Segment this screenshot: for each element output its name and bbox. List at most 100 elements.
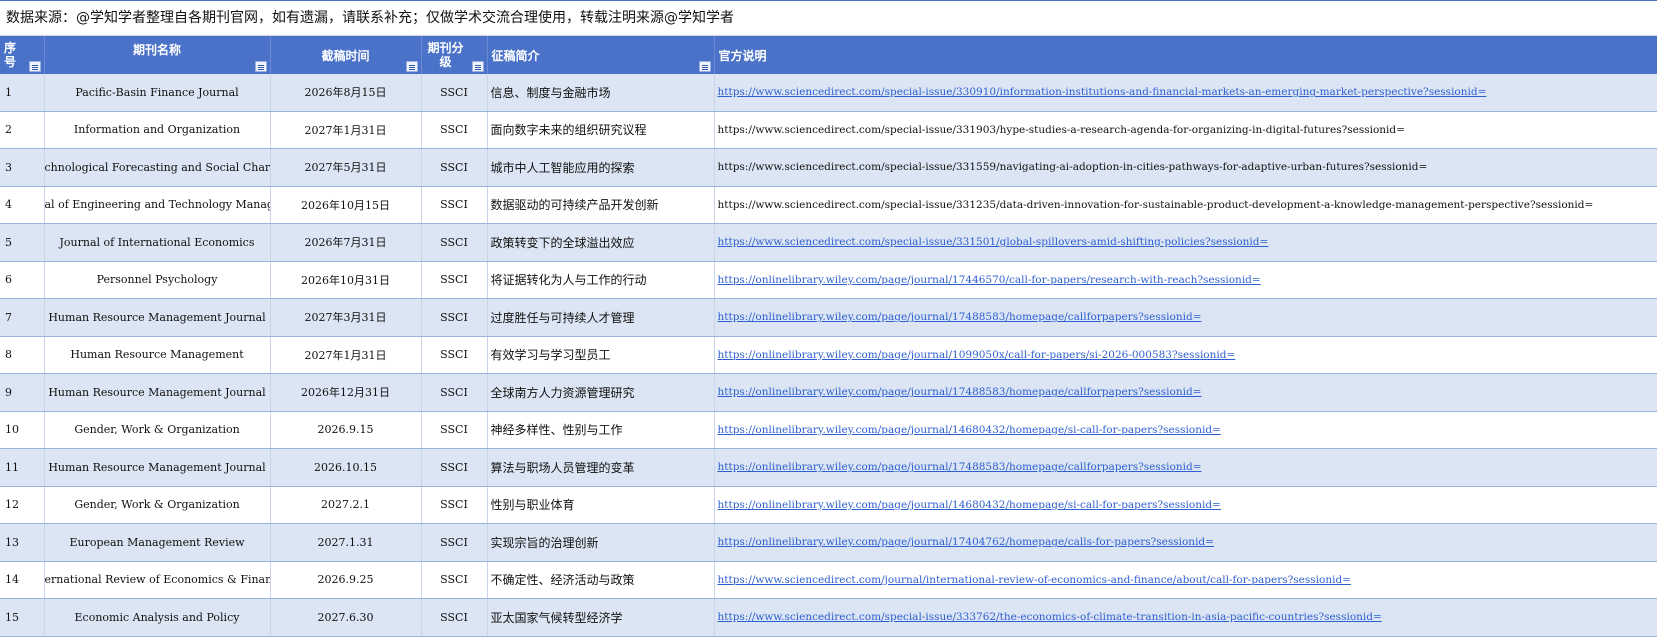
official-link[interactable]: https://onlinelibrary.wiley.com/page/jou… [718, 274, 1261, 286]
cell-topic[interactable]: 全球南方人力资源管理研究 [487, 373, 715, 412]
cell-seq[interactable]: 7 [0, 298, 45, 337]
cell-level[interactable]: SSCI [421, 336, 488, 374]
official-link[interactable]: https://onlinelibrary.wiley.com/page/jou… [718, 499, 1221, 511]
cell-deadline[interactable]: 2026年10月15日 [270, 186, 422, 224]
cell-level[interactable]: SSCI [421, 598, 488, 637]
cell-official-url[interactable]: https://www.sciencedirect.com/special-is… [714, 148, 1657, 187]
cell-deadline[interactable]: 2026年7月31日 [270, 223, 422, 262]
cell-topic[interactable]: 信息、制度与金融市场 [487, 74, 715, 112]
cell-deadline[interactable]: 2026.9.25 [270, 561, 422, 599]
cell-seq[interactable]: 10 [0, 411, 45, 449]
cell-seq[interactable]: 9 [0, 373, 45, 412]
cell-seq[interactable]: 1 [0, 74, 45, 112]
cell-deadline[interactable]: 2026年12月31日 [270, 373, 422, 412]
cell-level[interactable]: SSCI [421, 186, 488, 224]
cell-topic[interactable]: 政策转变下的全球溢出效应 [487, 223, 715, 262]
official-link[interactable]: https://www.sciencedirect.com/special-is… [718, 86, 1487, 98]
cell-journal-name[interactable]: Pacific-Basin Finance Journal [44, 74, 271, 112]
official-link[interactable]: https://onlinelibrary.wiley.com/page/jou… [718, 386, 1202, 398]
cell-topic[interactable]: 面向数字未来的组织研究议程 [487, 111, 715, 149]
official-link[interactable]: https://www.sciencedirect.com/journal/in… [718, 574, 1351, 586]
cell-seq[interactable]: 4 [0, 186, 45, 224]
cell-level[interactable]: SSCI [421, 261, 488, 299]
cell-official-url[interactable]: https://onlinelibrary.wiley.com/page/jou… [714, 261, 1657, 299]
cell-journal-name[interactable]: Personnel Psychology [44, 261, 271, 299]
cell-journal-name[interactable]: Journal of International Economics [44, 223, 271, 262]
cell-official-url[interactable]: https://www.sciencedirect.com/special-is… [714, 223, 1657, 262]
cell-official-url[interactable]: https://www.sciencedirect.com/special-is… [714, 111, 1657, 149]
cell-level[interactable]: SSCI [421, 411, 488, 449]
cell-topic[interactable]: 神经多样性、性别与工作 [487, 411, 715, 449]
cell-deadline[interactable]: 2027年1月31日 [270, 336, 422, 374]
cell-seq[interactable]: 15 [0, 598, 45, 637]
cell-official-url[interactable]: https://onlinelibrary.wiley.com/page/jou… [714, 336, 1657, 374]
cell-official-url[interactable]: https://www.sciencedirect.com/journal/in… [714, 561, 1657, 599]
cell-deadline[interactable]: 2027年1月31日 [270, 111, 422, 149]
cell-seq[interactable]: 2 [0, 111, 45, 149]
cell-deadline[interactable]: 2026.9.15 [270, 411, 422, 449]
cell-level[interactable]: SSCI [421, 223, 488, 262]
cell-level[interactable]: SSCI [421, 298, 488, 337]
official-link[interactable]: https://onlinelibrary.wiley.com/page/jou… [718, 424, 1221, 436]
cell-topic[interactable]: 数据驱动的可持续产品开发创新 [487, 186, 715, 224]
cell-official-url[interactable]: https://www.sciencedirect.com/special-is… [714, 186, 1657, 224]
cell-topic[interactable]: 实现宗旨的治理创新 [487, 523, 715, 562]
cell-seq[interactable]: 11 [0, 448, 45, 487]
filter-dropdown-icon[interactable] [471, 61, 484, 72]
official-link[interactable]: https://onlinelibrary.wiley.com/page/jou… [718, 311, 1202, 323]
cell-seq[interactable]: 8 [0, 336, 45, 374]
cell-topic[interactable]: 算法与职场人员管理的变革 [487, 448, 715, 487]
cell-topic[interactable]: 将证据转化为人与工作的行动 [487, 261, 715, 299]
cell-journal-name[interactable]: Human Resource Management [44, 336, 271, 374]
filter-dropdown-icon[interactable] [405, 61, 418, 72]
cell-seq[interactable]: 14 [0, 561, 45, 599]
official-link[interactable]: https://onlinelibrary.wiley.com/page/jou… [718, 536, 1214, 548]
cell-topic[interactable]: 有效学习与学习型员工 [487, 336, 715, 374]
cell-deadline[interactable]: 2027.2.1 [270, 486, 422, 524]
official-link[interactable]: https://onlinelibrary.wiley.com/page/jou… [718, 349, 1236, 361]
cell-deadline[interactable]: 2026年10月31日 [270, 261, 422, 299]
cell-level[interactable]: SSCI [421, 448, 488, 487]
filter-dropdown-icon[interactable] [28, 61, 41, 72]
cell-deadline[interactable]: 2027.6.30 [270, 598, 422, 637]
cell-topic[interactable]: 城市中人工智能应用的探索 [487, 148, 715, 187]
cell-level[interactable]: SSCI [421, 561, 488, 599]
filter-dropdown-icon[interactable] [698, 61, 711, 72]
cell-official-url[interactable]: https://onlinelibrary.wiley.com/page/jou… [714, 411, 1657, 449]
cell-seq[interactable]: 5 [0, 223, 45, 262]
cell-official-url[interactable]: https://onlinelibrary.wiley.com/page/jou… [714, 523, 1657, 562]
cell-level[interactable]: SSCI [421, 74, 488, 112]
cell-journal-name[interactable]: Information and Organization [44, 111, 271, 149]
cell-official-url[interactable]: https://onlinelibrary.wiley.com/page/jou… [714, 448, 1657, 487]
cell-level[interactable]: SSCI [421, 523, 488, 562]
cell-official-url[interactable]: https://onlinelibrary.wiley.com/page/jou… [714, 298, 1657, 337]
cell-topic[interactable]: 亚太国家气候转型经济学 [487, 598, 715, 637]
cell-deadline[interactable]: 2026年8月15日 [270, 74, 422, 112]
cell-topic[interactable]: 过度胜任与可持续人才管理 [487, 298, 715, 337]
cell-seq[interactable]: 6 [0, 261, 45, 299]
official-link[interactable]: https://onlinelibrary.wiley.com/page/jou… [718, 461, 1202, 473]
cell-journal-name[interactable]: Economic Analysis and Policy [44, 598, 271, 637]
cell-journal-name[interactable]: Human Resource Management Journal [44, 448, 271, 487]
filter-dropdown-icon[interactable] [254, 61, 267, 72]
cell-journal-name[interactable]: ernational Review of Economics & Finan [44, 561, 271, 599]
cell-journal-name[interactable]: al of Engineering and Technology Manag [44, 186, 271, 224]
cell-seq[interactable]: 12 [0, 486, 45, 524]
official-link[interactable]: https://www.sciencedirect.com/special-is… [718, 236, 1269, 248]
cell-journal-name[interactable]: Human Resource Management Journal [44, 298, 271, 337]
cell-journal-name[interactable]: Human Resource Management Journal [44, 373, 271, 412]
cell-journal-name[interactable]: Gender, Work & Organization [44, 411, 271, 449]
cell-level[interactable]: SSCI [421, 373, 488, 412]
cell-journal-name[interactable]: European Management Review [44, 523, 271, 562]
cell-official-url[interactable]: https://www.sciencedirect.com/special-is… [714, 74, 1657, 112]
cell-deadline[interactable]: 2027.1.31 [270, 523, 422, 562]
cell-topic[interactable]: 性别与职业体育 [487, 486, 715, 524]
cell-seq[interactable]: 3 [0, 148, 45, 187]
cell-deadline[interactable]: 2026.10.15 [270, 448, 422, 487]
cell-level[interactable]: SSCI [421, 148, 488, 187]
cell-official-url[interactable]: https://onlinelibrary.wiley.com/page/jou… [714, 373, 1657, 412]
cell-deadline[interactable]: 2027年5月31日 [270, 148, 422, 187]
cell-journal-name[interactable]: Gender, Work & Organization [44, 486, 271, 524]
cell-journal-name[interactable]: chnological Forecasting and Social Char [44, 148, 271, 187]
cell-deadline[interactable]: 2027年3月31日 [270, 298, 422, 337]
